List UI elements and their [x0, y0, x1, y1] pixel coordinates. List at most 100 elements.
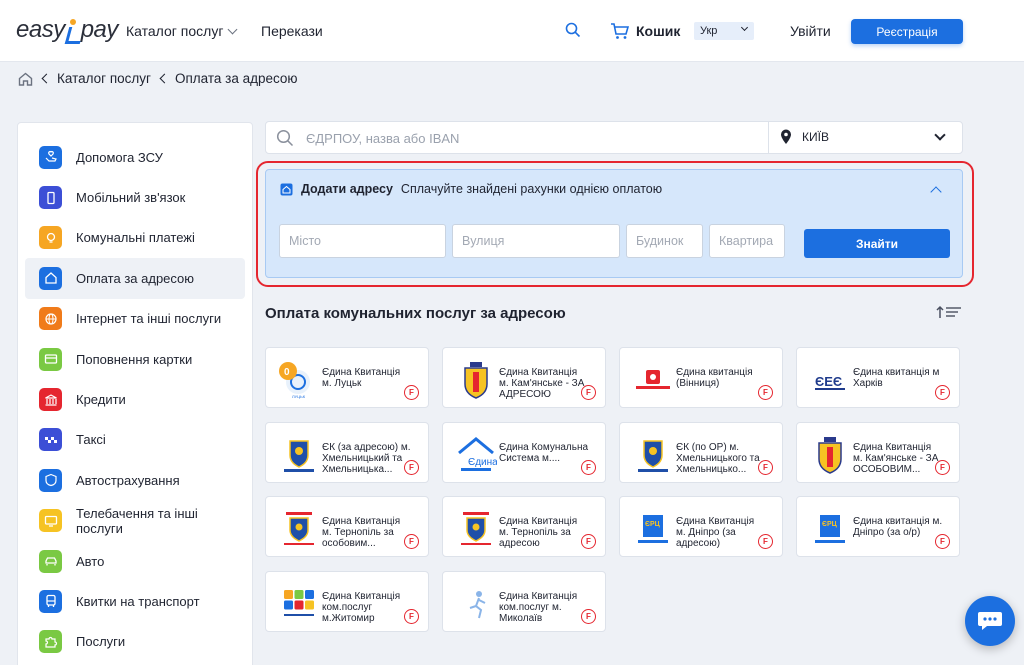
svg-text:0: 0 [284, 367, 290, 378]
provider-card[interactable]: Єдина Квитанція м. Тернопіль за адресою … [442, 496, 606, 557]
provider-card[interactable]: Єдина квитанція (Вінниця) F [619, 347, 783, 408]
provider-card[interactable]: ЄРЦ Єдина Квитанція м. Дніпро (за адресо… [619, 496, 783, 557]
house-field[interactable] [626, 224, 703, 258]
chevron-left-icon [41, 73, 52, 84]
tv-icon [39, 509, 62, 533]
street-field[interactable] [452, 224, 620, 258]
fee-badge-icon: F [758, 385, 773, 400]
chevron-down-icon [740, 23, 749, 32]
lutsk-logo-icon: 0 ЛУЦЬК [279, 362, 310, 399]
mykolaiv-logo-icon [469, 591, 486, 619]
house-icon [280, 183, 293, 195]
city-value: КИЇВ [802, 130, 829, 144]
sidebar-item-services[interactable]: Послуги [25, 622, 245, 662]
city-field[interactable] [279, 224, 446, 258]
card-title: Єдина Квитанція ком.послуг м.Житомир [322, 591, 401, 624]
sidebar-item-label: Комунальні платежі [76, 230, 195, 246]
sidebar: Допомога ЗСУ Мобільний зв'язок Комунальн… [17, 122, 253, 665]
kremenchuk-house-icon: Єдина [458, 437, 497, 471]
chat-button[interactable] [965, 596, 1015, 646]
sidebar-item-utilities[interactable]: Комунальні платежі [25, 218, 245, 258]
provider-card[interactable]: Єдина Єдина Комунальна Система м.... F [442, 422, 606, 483]
breadcrumb-current: Оплата за адресою [174, 71, 298, 86]
find-button[interactable]: Знайти [804, 229, 950, 258]
provider-card[interactable]: ЄК (по ОР) м. Хмельницького та Хмельниць… [619, 422, 783, 483]
provider-card[interactable]: Єдина Квитанція м. Кам'янське - ЗА ОСОБО… [796, 422, 960, 483]
sidebar-item-tv[interactable]: Телебачення та інші послуги [25, 501, 245, 541]
chevron-down-icon[interactable] [934, 129, 946, 141]
sidebar-item-card-topup[interactable]: Поповнення картки [25, 339, 245, 379]
fee-badge-icon: F [935, 385, 950, 400]
sidebar-item-credits[interactable]: Кредити [25, 379, 245, 419]
header: easy pay Каталог послуг Перекази Кошик Ук… [0, 0, 1024, 62]
home-icon[interactable] [18, 72, 33, 86]
sidebar-item-taxi[interactable]: Таксі [25, 420, 245, 460]
sidebar-item-address[interactable]: Оплата за адресою [25, 258, 245, 299]
house-icon [39, 266, 62, 290]
bank-icon [39, 388, 62, 412]
card-title: Єдина Квитанція м. Кам'янське - ЗА ОСОБО… [853, 442, 939, 475]
search-icon[interactable] [565, 22, 581, 38]
breadcrumb-catalog[interactable]: Каталог послуг [57, 71, 151, 86]
provider-card[interactable]: Єдина Квитанція ком.послуг м.Житомир F [265, 571, 429, 632]
address-panel-header[interactable]: Додати адресу Сплачуйте знайдені рахунки… [280, 182, 662, 196]
search-input[interactable] [306, 128, 726, 148]
phone-icon [39, 186, 62, 210]
zhytomyr-logo-icon [284, 590, 314, 616]
card-icon [39, 347, 62, 371]
svg-text:ЄРЦ: ЄРЦ [645, 521, 661, 528]
card-title: Єдина Квитанція м. Кам'янське - ЗА АДРЕС… [499, 367, 585, 400]
sort-icon[interactable] [936, 305, 962, 319]
nav-transfers[interactable]: Перекази [261, 23, 323, 39]
sidebar-item-label: Авто [76, 553, 105, 569]
provider-card[interactable]: Єдина Квитанція м. Тернопіль за особовим… [265, 496, 429, 557]
provider-card[interactable]: Єдина Квитанція ком.послуг м. Миколаїв F [442, 571, 606, 632]
chevron-up-icon[interactable] [930, 186, 942, 198]
sidebar-item-mobile[interactable]: Мобільний зв'язок [25, 177, 245, 217]
fee-badge-icon: F [758, 460, 773, 475]
card-title: Єдина квитанція м Харків [853, 367, 940, 389]
card-title: ЄК (за адресою) м. Хмельницький та Хмель… [322, 442, 411, 475]
card-title: Єдина Квитанція м. Тернопіль за адресою [499, 516, 578, 549]
easypay-logo[interactable]: easy pay [16, 16, 118, 44]
sidebar-item-label: Поповнення картки [76, 351, 193, 367]
sidebar-item-auto[interactable]: Авто [25, 541, 245, 581]
fee-badge-icon: F [404, 609, 419, 624]
cart-button[interactable]: Кошик [610, 22, 680, 40]
car-icon [39, 549, 62, 573]
login-link[interactable]: Увійти [790, 23, 831, 39]
bus-icon [39, 589, 62, 613]
chat-bubble-icon [978, 612, 1002, 630]
address-panel-title: Додати адресу [301, 182, 393, 196]
nav-catalog-label: Каталог послуг [126, 23, 224, 39]
nav-catalog[interactable]: Каталог послуг [126, 23, 238, 39]
logo-figure-icon [66, 19, 80, 41]
section-title: Оплата комунальних послуг за адресою [265, 305, 566, 322]
sidebar-item-internet[interactable]: Інтернет та інші послуги [25, 299, 245, 339]
provider-card[interactable]: ЄЕЄ Єдина квитанція м Харків F [796, 347, 960, 408]
provider-card[interactable]: 0 ЛУЦЬК Єдина Квитанція м. Луцьк F [265, 347, 429, 408]
ternopil-crest-icon [461, 512, 491, 545]
dnipro-logo-icon: ЄРЦ [638, 515, 668, 543]
chevron-down-icon [227, 24, 238, 34]
fee-badge-icon: F [935, 460, 950, 475]
card-title: Єдина квитанція (Вінниця) [676, 367, 753, 389]
map-pin-icon [781, 129, 791, 144]
sidebar-item-zsu[interactable]: Допомога ЗСУ [25, 137, 245, 177]
provider-card[interactable]: ЄРЦ Єдина квитанція м. Дніпро (за о/р) F [796, 496, 960, 557]
fee-badge-icon: F [581, 385, 596, 400]
apartment-field[interactable] [709, 224, 785, 258]
fee-badge-icon: F [404, 460, 419, 475]
provider-card[interactable]: Єдина Квитанція м. Кам'янське - ЗА АДРЕС… [442, 347, 606, 408]
sidebar-item-tickets[interactable]: Квитки на транспорт [25, 581, 245, 621]
bulb-icon [39, 226, 62, 250]
language-select[interactable]: Укр [694, 22, 754, 40]
ternopil-crest-icon [284, 512, 314, 545]
hands-heart-icon [39, 145, 62, 169]
city-select[interactable]: КИЇВ [780, 129, 829, 145]
cart-icon [611, 23, 629, 39]
sidebar-item-insurance[interactable]: Автострахування [25, 460, 245, 500]
provider-card[interactable]: ЄК (за адресою) м. Хмельницький та Хмель… [265, 422, 429, 483]
register-button[interactable]: Реєстрація [851, 19, 963, 44]
taxi-icon [39, 428, 62, 452]
